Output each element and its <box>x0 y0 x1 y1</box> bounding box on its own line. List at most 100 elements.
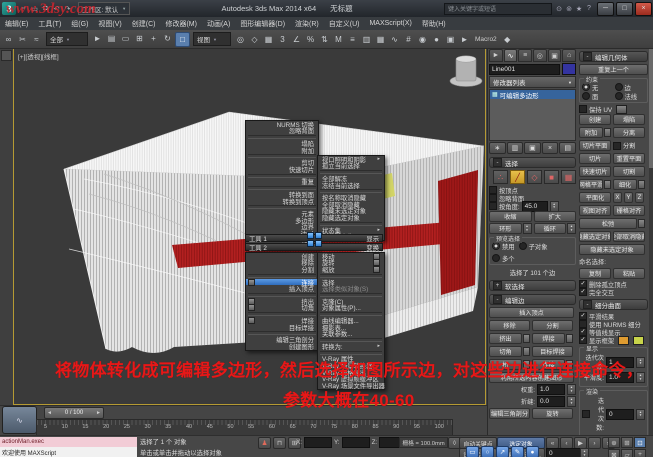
x-coordinate-field[interactable] <box>304 437 332 448</box>
button[interactable]: 隐藏选定对象 <box>579 231 611 242</box>
motion-tab[interactable]: ◎ <box>533 49 547 62</box>
subdivision-rollout-header[interactable]: -细分曲面 <box>579 299 648 310</box>
show-cage-checkbox[interactable]: 显示框架 <box>579 336 648 344</box>
radio-option[interactable]: 法线 <box>615 92 646 100</box>
maximize-button[interactable]: □ <box>616 2 633 16</box>
menu-item[interactable]: 图形编辑器(D) <box>235 19 290 29</box>
mini-curve-editor-button[interactable]: ∿ <box>2 406 37 434</box>
teapot-macro-icon[interactable]: ◆ <box>501 33 514 46</box>
help-icon[interactable]: ? <box>584 4 594 14</box>
settings-box-icon[interactable] <box>616 105 627 114</box>
quad-menu-item[interactable]: 创建图形 <box>246 343 318 350</box>
menu-item[interactable]: 视图(V) <box>93 19 126 29</box>
maxscript-listener-macro-line[interactable]: actionMan.exec <box>0 437 137 447</box>
element-subobject-icon[interactable]: ▦ <box>561 170 576 184</box>
select-object-icon[interactable]: ► <box>91 32 104 45</box>
render-production-icon[interactable]: ► <box>458 33 471 46</box>
menu-item[interactable]: 组(G) <box>66 19 93 29</box>
isolate-selection-icon[interactable]: ♟ <box>258 437 271 449</box>
modifier-list-dropdown[interactable]: 修改器列表▼ <box>489 76 576 88</box>
stack-item[interactable]: ▦可编辑多边形 <box>490 90 575 99</box>
use-pivot-center-icon[interactable]: ◎ <box>234 33 247 46</box>
button[interactable]: 编辑三角剖分 <box>489 408 530 419</box>
zoom-icon[interactable]: ⊕ <box>608 437 620 448</box>
edit-edges-rollout-header[interactable]: -编辑边 <box>489 294 576 305</box>
spinner[interactable] <box>523 223 532 234</box>
material-editor-icon[interactable]: ◉ <box>416 33 429 46</box>
quad-menu-item[interactable]: 插入顶点 <box>246 285 318 292</box>
spinner-snap-icon[interactable]: ⇅ <box>318 33 331 46</box>
next-frame-arrow-icon[interactable]: ► <box>96 410 101 416</box>
button[interactable]: 网格平滑 <box>579 179 611 190</box>
more-tools-icon[interactable]: ● <box>526 446 539 457</box>
button[interactable]: Z <box>635 192 644 203</box>
frame-spinner[interactable] <box>580 448 589 457</box>
pan-view-icon[interactable]: + <box>634 449 646 457</box>
cage-selection-color-swatch[interactable] <box>633 336 644 345</box>
spinner-row[interactable]: 迭代次数:0 <box>582 396 645 432</box>
button[interactable]: 视图对齐 <box>579 205 611 216</box>
menu-item[interactable]: 创建(C) <box>127 19 161 29</box>
create-tab[interactable]: ► <box>489 49 503 62</box>
angle-field[interactable]: 45.0 <box>522 201 548 212</box>
button[interactable]: 焊接 <box>532 333 573 344</box>
button[interactable]: 移除 <box>489 320 530 331</box>
zoom-extents-icon[interactable]: ⊡ <box>634 437 646 448</box>
button[interactable]: 复制 <box>579 268 611 279</box>
quad-center-squares[interactable] <box>307 232 324 251</box>
button[interactable]: 切片 <box>579 153 611 164</box>
spinner[interactable] <box>636 409 645 420</box>
reference-coordinate-dropdown[interactable]: 视图▼ <box>193 32 231 46</box>
selection-lock-icon[interactable]: ⊓ <box>273 437 286 449</box>
object-color-swatch[interactable] <box>562 63 576 75</box>
zoom-region-icon[interactable]: ▱ <box>621 449 633 457</box>
pencil-tool-icon[interactable]: ✎ <box>511 446 524 457</box>
select-and-rotate-icon[interactable]: ↻ <box>161 32 174 45</box>
mirror-icon[interactable]: M <box>332 33 345 46</box>
current-frame-field[interactable]: 0 <box>546 448 582 457</box>
button[interactable]: 重置平面 <box>613 153 645 164</box>
select-by-name-icon[interactable]: ▤ <box>105 32 118 45</box>
utilities-tab[interactable]: ⌂ <box>562 49 576 62</box>
crease-field[interactable]: 0.0 <box>537 396 565 407</box>
spinner[interactable] <box>550 201 559 212</box>
button[interactable]: 旋转 <box>532 408 573 419</box>
menu-item[interactable]: 动画(A) <box>202 19 235 29</box>
edge-subobject-icon[interactable]: ╱ <box>510 170 525 184</box>
zoom-extents-all-icon[interactable]: ⊠ <box>608 449 620 457</box>
curve-editor-icon[interactable]: ∿ <box>388 33 401 46</box>
y-coordinate-field[interactable] <box>342 437 370 448</box>
search-icon[interactable]: ⊙ <box>554 4 564 14</box>
quad-menu-item[interactable]: 孤立当前选择 <box>318 163 384 170</box>
close-button[interactable]: × <box>635 2 652 16</box>
weight-field[interactable]: 1.0 <box>537 384 565 395</box>
arrow-tool-icon[interactable]: ↗ <box>496 446 509 457</box>
selection-filter-dropdown[interactable]: 全部▼ <box>46 32 88 46</box>
radio-option[interactable]: 面 <box>582 92 613 100</box>
menu-item[interactable]: 渲染(R) <box>290 19 324 29</box>
repeat-last-button[interactable]: 重复上一个 <box>579 64 648 75</box>
button[interactable]: 扩大 <box>534 211 577 222</box>
button[interactable]: 循环 <box>534 223 567 234</box>
button[interactable]: 创建 <box>579 114 611 125</box>
preserve-uv-checkbox[interactable]: 保持 UV <box>579 105 648 113</box>
viewport-label[interactable]: [+][透视][线框] <box>18 51 59 61</box>
next-frame-icon[interactable]: › <box>588 437 601 449</box>
menu-item[interactable]: 修改器(M) <box>160 19 202 29</box>
quad-menu-item[interactable]: 选择类似对象(S) <box>318 285 384 292</box>
quad-menu-item[interactable]: 目标焊接 <box>246 324 318 331</box>
pin-stack-icon[interactable]: ∗ <box>489 142 506 154</box>
button[interactable]: 挤出 <box>489 333 530 344</box>
menu-item[interactable]: 工具(T) <box>33 19 66 29</box>
radio-option[interactable]: 子对象 <box>519 242 548 250</box>
radio-option[interactable]: 无 <box>582 83 613 91</box>
by-angle-checkbox[interactable]: 按角度: 45.0 <box>489 202 576 210</box>
angle-snap-icon[interactable]: ∠ <box>290 33 303 46</box>
button[interactable]: 粘贴 <box>613 268 645 279</box>
prev-frame-arrow-icon[interactable]: ◄ <box>47 410 52 416</box>
select-and-manipulate-icon[interactable]: ◇ <box>248 33 261 46</box>
button[interactable]: 塌陷 <box>613 114 645 125</box>
button[interactable]: 分割 <box>613 140 645 151</box>
spinner[interactable] <box>567 384 576 395</box>
button[interactable]: 分离 <box>613 127 645 138</box>
